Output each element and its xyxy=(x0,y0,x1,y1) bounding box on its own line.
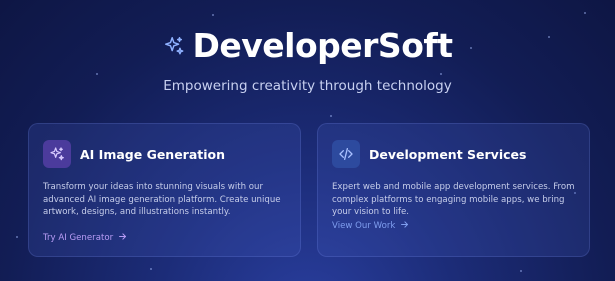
sparkles-icon xyxy=(43,140,71,168)
card-description: Expert web and mobile app development se… xyxy=(332,182,575,217)
arrow-right-icon xyxy=(400,220,409,232)
development-services-card: Development Services Expert web and mobi… xyxy=(317,123,590,257)
card-title: AI Image Generation xyxy=(80,146,226,162)
view-our-work-link[interactable]: View Our Work xyxy=(332,220,409,232)
card-header: AI Image Generation xyxy=(43,140,225,168)
ai-image-generation-card: AI Image Generation Transform your ideas… xyxy=(28,123,301,257)
code-icon xyxy=(332,140,360,168)
sparkles-icon xyxy=(163,35,185,57)
card-title: Development Services xyxy=(369,146,527,162)
tagline: Empowering creativity through technology xyxy=(163,78,452,94)
link-label: View Our Work xyxy=(332,221,396,231)
brand-header: DeveloperSoft xyxy=(0,26,615,65)
try-ai-generator-link[interactable]: Try AI Generator xyxy=(43,232,127,244)
link-label: Try AI Generator xyxy=(43,233,114,243)
card-description: Transform your ideas into stunning visua… xyxy=(43,182,281,217)
card-header: Development Services xyxy=(332,140,526,168)
arrow-right-icon xyxy=(118,232,127,244)
brand-title: DeveloperSoft xyxy=(192,26,454,65)
